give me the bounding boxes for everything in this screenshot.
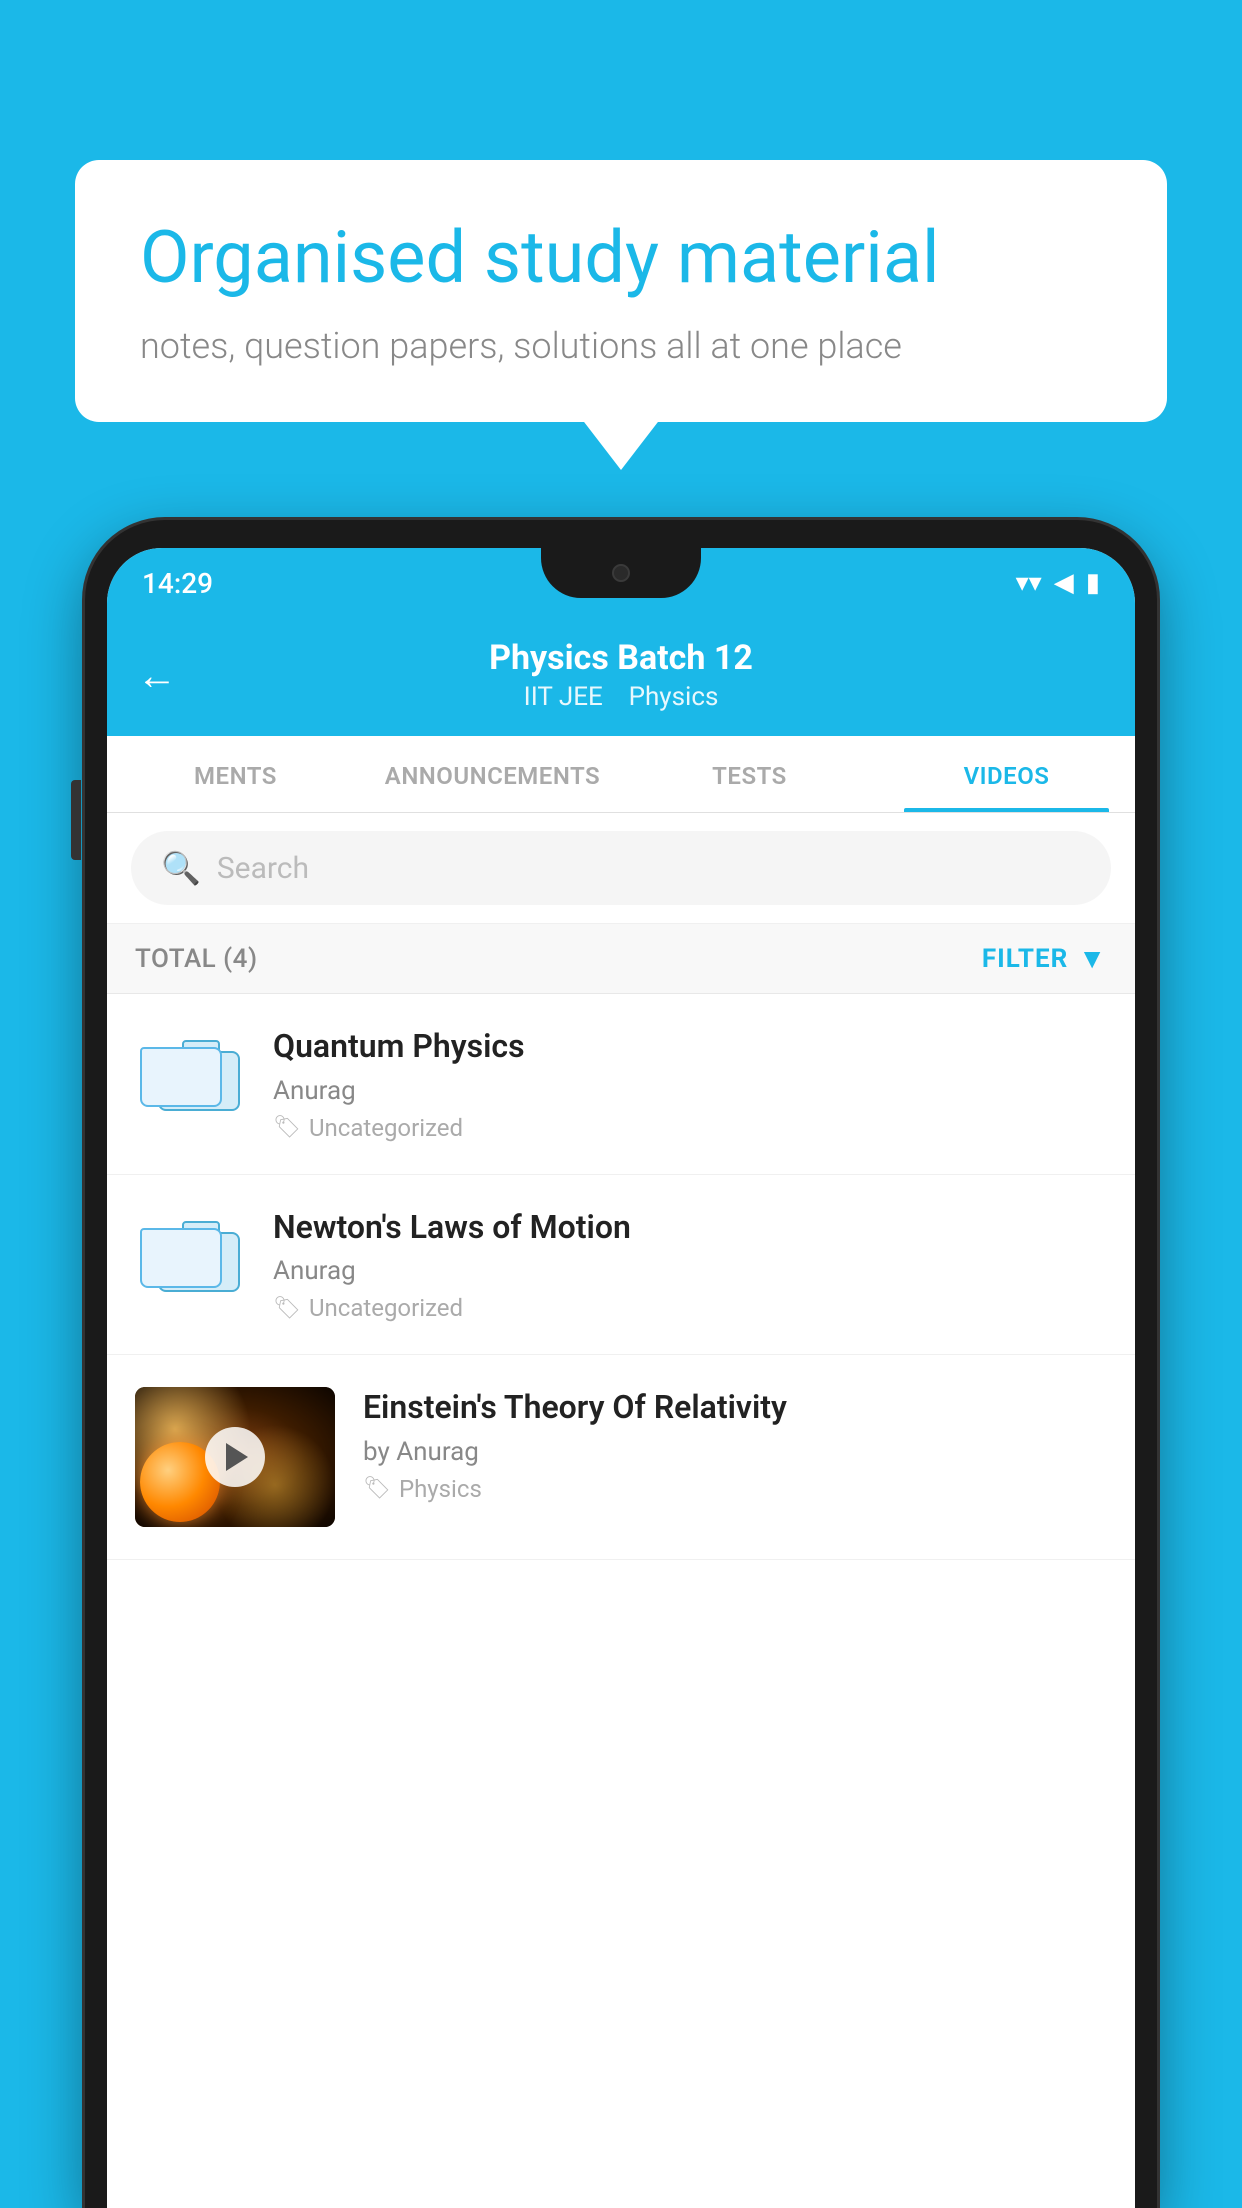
phone-inner: 14:29 ▾▾ ◀ ▮ ← Physics Batch 12 IIT JEE	[107, 548, 1135, 2208]
tag-label: Uncategorized	[309, 1294, 463, 1322]
einstein-info: Einstein's Theory Of Relativity by Anura…	[363, 1387, 1107, 1503]
nav-subtitle: IIT JEE Physics	[489, 682, 753, 712]
folder-front	[140, 1047, 222, 1107]
video-title: Quantum Physics	[273, 1026, 1107, 1068]
speech-bubble: Organised study material notes, question…	[75, 160, 1167, 422]
tab-tests[interactable]: TESTS	[621, 736, 878, 812]
status-time: 14:29	[142, 567, 213, 600]
nav-subtitle-tag2: Physics	[629, 682, 719, 712]
top-nav: ← Physics Batch 12 IIT JEE Physics	[107, 618, 1135, 736]
search-icon: 🔍	[161, 849, 201, 887]
quantum-thumb	[135, 1026, 245, 1111]
tab-ments[interactable]: MENTS	[107, 736, 364, 812]
video-tag: 🏷 Physics	[363, 1475, 1107, 1503]
tag-icon: 🏷	[363, 1476, 391, 1501]
nav-subtitle-tag1: IIT JEE	[524, 682, 603, 712]
video-title: Newton's Laws of Motion	[273, 1207, 1107, 1249]
search-container: 🔍 Search	[107, 813, 1135, 924]
einstein-thumbnail	[135, 1387, 335, 1527]
nav-title: Physics Batch 12	[489, 638, 753, 678]
tab-videos[interactable]: VIDEOS	[878, 736, 1135, 812]
search-placeholder: Search	[217, 851, 309, 886]
tag-label: Uncategorized	[309, 1114, 463, 1142]
signal-icon: ◀	[1054, 568, 1074, 598]
video-tag: 🏷 Uncategorized	[273, 1114, 1107, 1142]
wifi-icon: ▾▾	[1016, 568, 1042, 598]
list-item[interactable]: Newton's Laws of Motion Anurag 🏷 Uncateg…	[107, 1175, 1135, 1356]
quantum-info: Quantum Physics Anurag 🏷 Uncategorized	[273, 1026, 1107, 1142]
filter-icon: ▼	[1078, 942, 1107, 975]
tag-label: Physics	[399, 1475, 482, 1503]
status-bar: 14:29 ▾▾ ◀ ▮	[107, 548, 1135, 618]
tag-icon: 🏷	[273, 1296, 301, 1321]
video-list: Quantum Physics Anurag 🏷 Uncategorized	[107, 994, 1135, 1560]
camera-dot	[612, 564, 630, 582]
folder-icon	[140, 1026, 240, 1111]
play-triangle-icon	[226, 1443, 248, 1471]
folder-front	[140, 1228, 222, 1288]
total-count: TOTAL (4)	[135, 944, 258, 974]
filter-row: TOTAL (4) FILTER ▼	[107, 924, 1135, 994]
back-button[interactable]: ←	[137, 652, 177, 699]
newton-info: Newton's Laws of Motion Anurag 🏷 Uncateg…	[273, 1207, 1107, 1323]
newton-thumb	[135, 1207, 245, 1292]
search-box[interactable]: 🔍 Search	[131, 831, 1111, 905]
battery-icon: ▮	[1086, 568, 1100, 598]
notch	[541, 548, 701, 598]
video-author: by Anurag	[363, 1437, 1107, 1467]
nav-title-area: Physics Batch 12 IIT JEE Physics	[489, 638, 753, 712]
video-title: Einstein's Theory Of Relativity	[363, 1387, 1107, 1429]
list-item[interactable]: Einstein's Theory Of Relativity by Anura…	[107, 1355, 1135, 1560]
tag-icon: 🏷	[273, 1115, 301, 1140]
speech-bubble-container: Organised study material notes, question…	[75, 160, 1167, 422]
play-circle[interactable]	[205, 1427, 265, 1487]
einstein-thumb-inner	[135, 1387, 335, 1527]
filter-label: FILTER	[982, 944, 1068, 974]
tabs-bar: MENTS ANNOUNCEMENTS TESTS VIDEOS	[107, 736, 1135, 813]
speech-bubble-heading: Organised study material	[140, 215, 1102, 301]
folder-icon	[140, 1207, 240, 1292]
list-item[interactable]: Quantum Physics Anurag 🏷 Uncategorized	[107, 994, 1135, 1175]
filter-button[interactable]: FILTER ▼	[982, 942, 1107, 975]
status-icons: ▾▾ ◀ ▮	[1016, 568, 1100, 598]
phone-outer: 14:29 ▾▾ ◀ ▮ ← Physics Batch 12 IIT JEE	[85, 520, 1157, 2208]
phone-container: 14:29 ▾▾ ◀ ▮ ← Physics Batch 12 IIT JEE	[85, 520, 1157, 2208]
tab-announcements[interactable]: ANNOUNCEMENTS	[364, 736, 621, 812]
video-author: Anurag	[273, 1256, 1107, 1286]
speech-bubble-subtext: notes, question papers, solutions all at…	[140, 325, 1102, 367]
video-author: Anurag	[273, 1076, 1107, 1106]
play-button-overlay	[135, 1387, 335, 1527]
video-tag: 🏷 Uncategorized	[273, 1294, 1107, 1322]
